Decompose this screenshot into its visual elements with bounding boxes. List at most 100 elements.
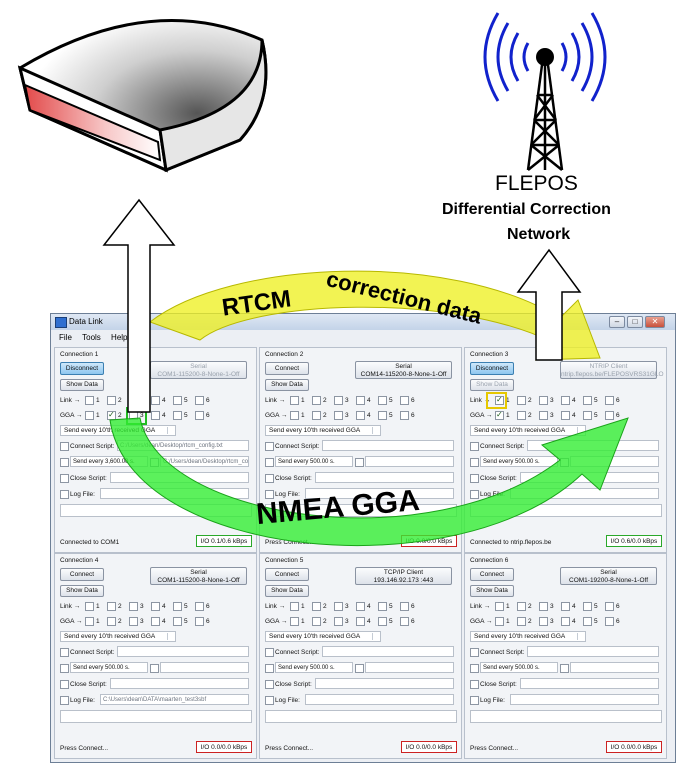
close-script-checkbox[interactable]: [265, 474, 274, 483]
send-every-checkbox[interactable]: [265, 458, 274, 467]
gga-checkbox[interactable]: [400, 411, 409, 420]
gga-checkbox[interactable]: [378, 411, 387, 420]
connect-script-field[interactable]: [527, 646, 659, 657]
gga-checkbox[interactable]: [356, 617, 365, 626]
maximize-button[interactable]: □: [627, 316, 643, 328]
gga-checkbox[interactable]: [400, 617, 409, 626]
send-spinner[interactable]: [150, 664, 159, 673]
gga-checkbox[interactable]: [356, 411, 365, 420]
menu-file[interactable]: File: [59, 333, 72, 342]
log-file-field[interactable]: [510, 488, 659, 499]
gga-interval-select[interactable]: Send every 10'th received GGA: [470, 631, 586, 642]
gga-checkbox[interactable]: [495, 410, 504, 420]
connect-script-field[interactable]: [322, 646, 454, 657]
send-every-field[interactable]: Send every 500.00 s.: [480, 662, 558, 673]
send-every-checkbox[interactable]: [60, 458, 69, 467]
connection-config-button[interactable]: Serial COM1-19200-8-None-1-Off: [560, 567, 657, 585]
gga-checkbox[interactable]: [85, 617, 94, 626]
close-script-checkbox[interactable]: [470, 680, 479, 689]
link-checkbox[interactable]: [85, 396, 94, 405]
link-checkbox[interactable]: [151, 602, 160, 611]
link-checkbox[interactable]: [378, 396, 387, 405]
close-script-checkbox[interactable]: [60, 474, 69, 483]
send-every-field[interactable]: Send every 500.00 s.: [275, 456, 353, 467]
gga-checkbox[interactable]: [517, 617, 526, 626]
close-script-field[interactable]: [315, 678, 454, 689]
connect-script-field[interactable]: C:/Users/dean/Desktop/rtcm_config.txt: [117, 440, 249, 451]
connect-script-field[interactable]: [117, 646, 249, 657]
gga-checkbox[interactable]: [605, 411, 614, 420]
show-data-button[interactable]: Show Data: [265, 585, 309, 597]
minimize-button[interactable]: –: [609, 316, 625, 328]
link-checkbox[interactable]: [539, 396, 548, 405]
connect-script-checkbox[interactable]: [470, 442, 479, 451]
show-data-button[interactable]: Show Data: [470, 585, 514, 597]
gga-checkbox[interactable]: [495, 617, 504, 626]
gga-checkbox[interactable]: [85, 411, 94, 420]
link-checkbox[interactable]: [195, 396, 204, 405]
gga-checkbox[interactable]: [312, 411, 321, 420]
connect-button[interactable]: Disconnect: [470, 362, 514, 375]
send-every-field[interactable]: Send every 3,600.00 s.: [70, 456, 148, 467]
send-every-field[interactable]: Send every 500.00 s.: [70, 662, 148, 673]
send-spinner[interactable]: [560, 664, 569, 673]
gga-checkbox[interactable]: [539, 411, 548, 420]
gga-checkbox[interactable]: [605, 617, 614, 626]
link-checkbox[interactable]: [583, 396, 592, 405]
connect-script-checkbox[interactable]: [265, 648, 274, 657]
show-data-button[interactable]: Show Data: [60, 585, 104, 597]
gga-checkbox[interactable]: [195, 411, 204, 420]
gga-interval-select[interactable]: Send every 10'th received GGA: [60, 631, 176, 642]
gga-checkbox[interactable]: [561, 617, 570, 626]
log-file-field[interactable]: [305, 694, 454, 705]
connect-button[interactable]: Connect: [470, 568, 514, 581]
link-checkbox[interactable]: [378, 602, 387, 611]
gga-checkbox[interactable]: [290, 617, 299, 626]
gga-checkbox[interactable]: [583, 411, 592, 420]
connect-button[interactable]: Connect: [265, 568, 309, 581]
link-checkbox[interactable]: [290, 396, 299, 405]
link-checkbox[interactable]: [356, 602, 365, 611]
log-file-field[interactable]: C:\Users\dean\DATA\maarten_test3sbf: [100, 694, 249, 705]
gga-checkbox[interactable]: [195, 617, 204, 626]
link-checkbox[interactable]: [400, 396, 409, 405]
gga-interval-select[interactable]: Send every 10'th received GGA: [265, 631, 381, 642]
link-checkbox[interactable]: [561, 396, 570, 405]
gga-checkbox[interactable]: [539, 617, 548, 626]
connect-script-checkbox[interactable]: [470, 648, 479, 657]
send-spinner[interactable]: [355, 458, 364, 467]
gga-interval-select[interactable]: Send every 10'th received GGA: [470, 425, 586, 436]
close-button[interactable]: ✕: [645, 316, 665, 328]
gga-checkbox[interactable]: [378, 617, 387, 626]
link-checkbox[interactable]: [334, 396, 343, 405]
send-script-field[interactable]: [160, 662, 249, 673]
gga-checkbox[interactable]: [173, 411, 182, 420]
close-script-checkbox[interactable]: [470, 474, 479, 483]
link-checkbox[interactable]: [312, 602, 321, 611]
link-checkbox[interactable]: [334, 602, 343, 611]
show-data-button[interactable]: Show Data: [265, 379, 309, 391]
close-script-checkbox[interactable]: [265, 680, 274, 689]
link-checkbox[interactable]: [561, 602, 570, 611]
gga-checkbox[interactable]: [173, 617, 182, 626]
send-spinner[interactable]: [355, 664, 364, 673]
connection-config-button[interactable]: Serial COM1-115200-8-None-1-Off: [150, 361, 247, 379]
gga-checkbox[interactable]: [107, 617, 116, 626]
send-script-field[interactable]: [365, 662, 454, 673]
connection-config-button[interactable]: Serial COM1-115200-8-None-1-Off: [150, 567, 247, 585]
send-every-field[interactable]: Send every 500.00 s.: [275, 662, 353, 673]
close-script-field[interactable]: [110, 472, 249, 483]
link-checkbox[interactable]: [605, 396, 614, 405]
gga-interval-select[interactable]: Send every 10'th received GGA: [265, 425, 381, 436]
log-file-checkbox[interactable]: [60, 696, 69, 705]
gga-checkbox[interactable]: [151, 617, 160, 626]
send-script-field[interactable]: C:/Users/dean/Desktop/rtcm_config.txt: [160, 456, 249, 467]
link-checkbox[interactable]: [107, 602, 116, 611]
send-script-field[interactable]: [365, 456, 454, 467]
gga-checkbox[interactable]: [312, 617, 321, 626]
connect-script-field[interactable]: [527, 440, 659, 451]
gga-checkbox[interactable]: [517, 411, 526, 420]
link-checkbox[interactable]: [583, 602, 592, 611]
link-checkbox[interactable]: [85, 602, 94, 611]
log-file-checkbox[interactable]: [470, 490, 479, 499]
